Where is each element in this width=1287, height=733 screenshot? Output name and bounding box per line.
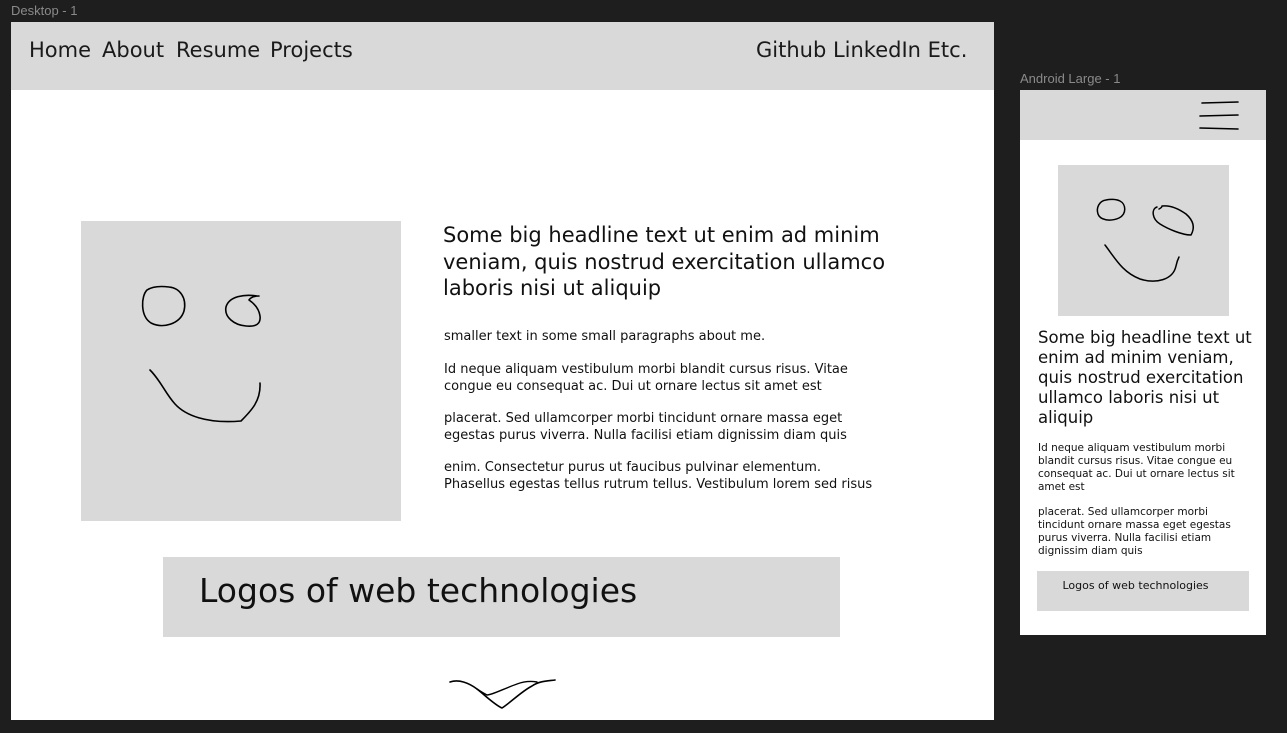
android-frame: Some big headline text ut enim ad minim … <box>1020 90 1266 635</box>
mobile-nav-bar <box>1020 90 1266 140</box>
tech-logos-banner: Logos of web technologies <box>163 557 840 637</box>
menu-button[interactable] <box>1196 100 1240 132</box>
hero-paragraph: placerat. Sed ullamcorper morbi tincidun… <box>1038 506 1231 557</box>
nav-social-links[interactable]: Github LinkedIn Etc. <box>756 38 967 62</box>
nav-about-link[interactable]: About <box>102 38 164 62</box>
tech-logos-label: Logos of web technologies <box>199 571 638 610</box>
hero-paragraph: Id neque aliquam vestibulum morbi blandi… <box>1038 442 1235 493</box>
hero-paragraph: placerat. Sed ullamcorper morbi tincidun… <box>444 411 847 443</box>
android-frame-label[interactable]: Android Large - 1 <box>1020 71 1120 86</box>
smiley-sketch-icon <box>1096 198 1195 282</box>
hero-image-placeholder <box>81 221 401 521</box>
chevron-down-icon <box>449 679 556 709</box>
tech-logos-banner: Logos of web technologies <box>1037 571 1249 611</box>
hero-paragraph: smaller text in some small paragraphs ab… <box>444 329 766 344</box>
top-nav-bar: Home About Resume Projects Github Linked… <box>11 22 994 90</box>
hero-headline: Some big headline text ut enim ad minim … <box>443 223 886 300</box>
scroll-down-button[interactable] <box>447 675 557 715</box>
desktop-frame-label[interactable]: Desktop - 1 <box>11 3 77 18</box>
hamburger-menu-icon <box>1199 101 1239 130</box>
hero-headline: Some big headline text ut enim ad minim … <box>1038 328 1252 427</box>
hero-paragraph: Id neque aliquam vestibulum morbi blandi… <box>444 362 848 394</box>
nav-projects-link[interactable]: Projects <box>270 38 353 62</box>
hero-image-placeholder <box>1058 165 1229 316</box>
hero-paragraph: enim. Consectetur purus ut faucibus pulv… <box>444 460 873 492</box>
tech-logos-label: Logos of web technologies <box>1062 579 1209 592</box>
desktop-frame: Home About Resume Projects Github Linked… <box>11 22 994 720</box>
nav-resume-link[interactable]: Resume <box>176 38 260 62</box>
smiley-sketch-icon <box>141 285 261 423</box>
nav-home-link[interactable]: Home <box>29 38 91 62</box>
